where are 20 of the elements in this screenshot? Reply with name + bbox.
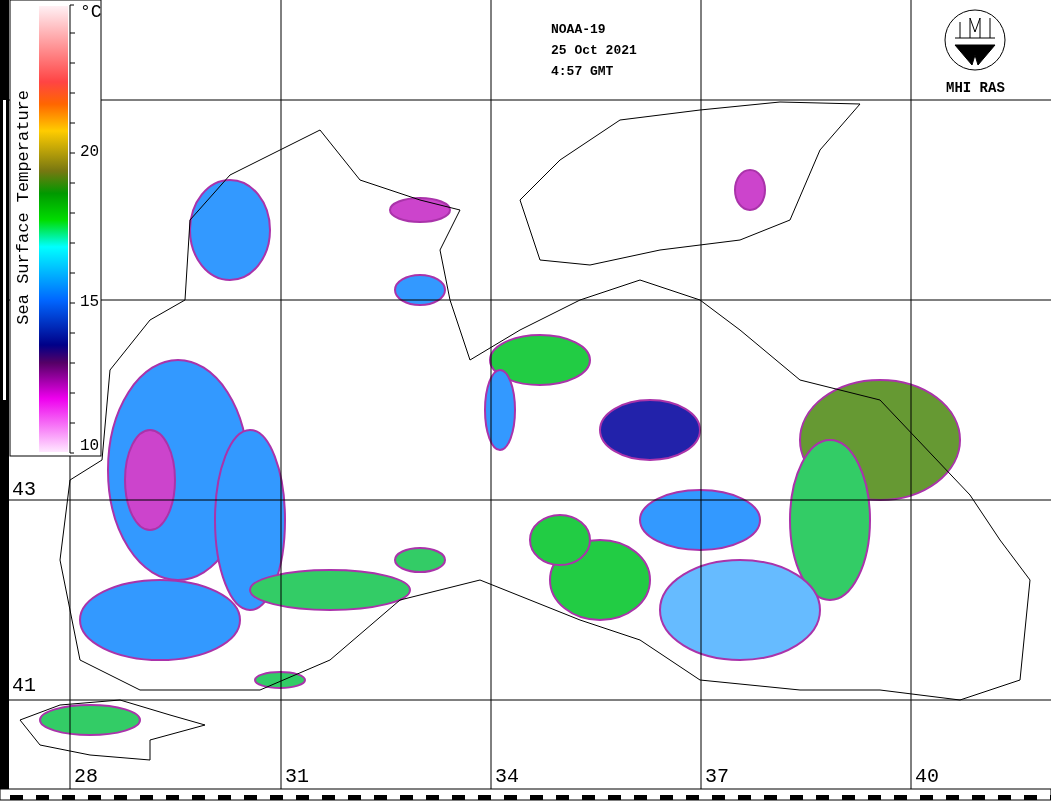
colorbar-tick-label: 20 — [80, 143, 100, 161]
latitude-label: 43 — [12, 478, 36, 501]
latitude-label: 41 — [12, 674, 36, 697]
longitude-label: 37 — [705, 765, 729, 788]
date-label: 25 Oct 2021 — [551, 43, 637, 58]
time-label: 4:57 GMT — [551, 64, 614, 79]
colorbar-tick-label: 15 — [80, 293, 100, 311]
logo-label: MHI RAS — [946, 80, 1005, 96]
unit-label: °C — [80, 2, 102, 22]
temperature-patch — [394, 274, 446, 306]
longitude-label: 28 — [74, 765, 98, 788]
longitude-label: 40 — [915, 765, 939, 788]
colorbar-tick-label: 10 — [80, 437, 100, 455]
longitude-label: 31 — [285, 765, 309, 788]
satellite-name: NOAA-19 — [551, 22, 606, 37]
temperature-patch — [734, 169, 766, 211]
colorbar-title: Sea Surface Temperature — [14, 90, 33, 325]
longitude-label: 34 — [495, 765, 519, 788]
temperature-patch — [389, 197, 451, 223]
logo-icon — [944, 9, 1006, 71]
